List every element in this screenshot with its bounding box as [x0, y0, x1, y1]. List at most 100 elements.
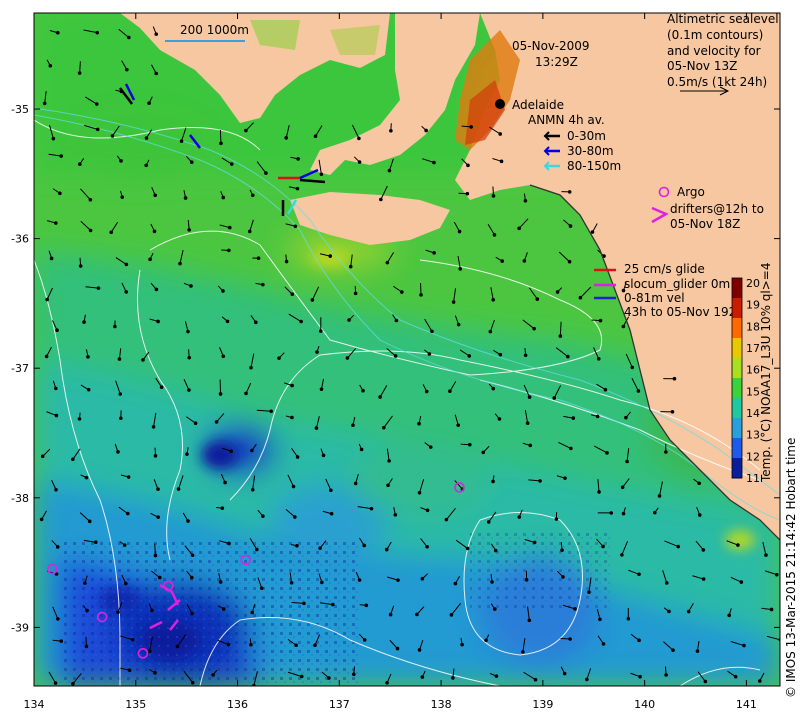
velocity-arrow-head: [525, 421, 530, 426]
y-tick-label: -35: [11, 103, 29, 116]
velocity-arrow-head: [364, 603, 369, 608]
velocity-arrow-head: [491, 194, 496, 198]
velocity-arrow-head: [299, 674, 304, 679]
velocity-arrow-head: [621, 324, 626, 329]
velocity-arrow-head: [585, 677, 589, 682]
velocity-arrow-head: [424, 389, 429, 394]
velocity-arrow-head: [425, 508, 430, 513]
colorbar-segment: [732, 398, 742, 419]
velocity-arrow-head: [189, 284, 193, 288]
velocity-arrow-head: [179, 139, 184, 143]
velocity-arrow-head: [125, 67, 129, 72]
velocity-arrow-head: [733, 674, 738, 679]
velocity-arrow-head: [156, 319, 160, 324]
velocity-arrow-head: [119, 416, 123, 421]
velocity-arrow-head: [697, 513, 702, 517]
velocity-arrow-head: [228, 225, 232, 230]
colorbar-tick-label: 12: [746, 450, 760, 463]
velocity-arrow-head: [527, 618, 532, 623]
velocity-arrow-head: [49, 256, 54, 261]
velocity-arrow-head: [124, 581, 128, 586]
velocity-arrow-head: [517, 515, 522, 519]
velocity-arrow-head: [118, 392, 123, 396]
velocity-arrow: [219, 129, 222, 144]
velocity-arrow-head: [153, 553, 158, 558]
velocity-arrow-head: [561, 575, 565, 579]
anmn-legend-item: 0-30m: [567, 129, 606, 143]
velocity-arrow-head: [261, 514, 265, 519]
velocity-arrow-head: [567, 259, 572, 264]
velocity-arrow-head: [244, 391, 248, 396]
colorbar-segment: [732, 298, 742, 319]
velocity-arrow-head: [55, 545, 60, 549]
velocity-arrow-head: [290, 292, 295, 297]
velocity-arrow-head: [48, 64, 53, 68]
velocity-arrow-head: [757, 679, 762, 683]
velocity-arrow-head: [293, 515, 297, 519]
velocity-arrow-head: [175, 644, 180, 649]
velocity-arrow-head: [126, 511, 130, 516]
velocity-arrow-head: [361, 388, 365, 393]
velocity-arrow-head: [625, 459, 629, 464]
velocity-arrow-head: [58, 191, 62, 196]
velocity-arrow-head: [626, 617, 631, 621]
velocity-arrow-head: [389, 128, 393, 133]
velocity-arrow-head: [77, 417, 82, 421]
x-tick-label: 139: [532, 698, 553, 711]
velocity-arrow-head: [119, 159, 123, 163]
velocity-arrow-head: [601, 642, 606, 646]
velocity-arrow-head: [686, 609, 691, 614]
velocity-arrow-head: [498, 132, 503, 136]
velocity-arrow-head: [329, 488, 333, 493]
velocity-arrow-head: [449, 613, 454, 617]
velocity-arrow-head: [249, 642, 253, 647]
velocity-arrow-head: [388, 612, 393, 617]
velocity-arrow-head: [185, 452, 189, 456]
velocity-arrow-head: [328, 254, 333, 258]
velocity-arrow-head: [488, 329, 493, 334]
velocity-arrow-head: [424, 128, 428, 133]
velocity-arrow-head: [465, 191, 470, 196]
velocity-arrow-head: [425, 544, 429, 549]
velocity-arrow-head: [254, 320, 258, 325]
velocity-arrow-head: [657, 494, 662, 498]
velocity-arrow-head: [250, 448, 254, 453]
anmn-legend-item: 80-150m: [567, 159, 621, 173]
velocity-arrow-head: [523, 199, 528, 203]
velocity-arrow-head: [51, 136, 56, 141]
velocity-arrow-head: [432, 160, 436, 165]
velocity-arrow-head: [295, 543, 299, 548]
velocity-arrow-head: [113, 324, 117, 329]
velocity-arrow-head: [221, 607, 226, 611]
velocity-arrow-head: [596, 357, 601, 361]
velocity-arrow-head: [562, 671, 567, 676]
velocity-arrow-head: [56, 30, 60, 35]
colorbar-tick-label: 18: [746, 320, 760, 333]
velocity-arrow-head: [54, 221, 58, 225]
velocity-arrow-head: [219, 141, 223, 146]
velocity-arrow-head: [189, 575, 194, 580]
velocity-arrow-head: [538, 479, 542, 483]
colorbar-tick-label: 11: [746, 472, 760, 485]
velocity-arrow-head: [605, 451, 609, 455]
velocity-arrow-head: [387, 459, 391, 463]
velocity-arrow-head: [430, 329, 434, 334]
velocity-arrow-head: [567, 190, 572, 194]
velocity-arrow-head: [120, 195, 125, 199]
velocity-arrow-head: [227, 541, 231, 546]
colorbar-label: Temp. (°C) NOAA17_L3U 10% ql>=4: [759, 263, 773, 484]
velocity-arrow-head: [247, 229, 252, 234]
colorbar-segment: [732, 278, 742, 299]
colorbar-segment: [732, 338, 742, 359]
velocity-arrow-head: [56, 617, 60, 621]
velocity-arrow-head: [221, 354, 226, 359]
velocity-arrow-head: [493, 548, 498, 553]
velocity-arrow-head: [387, 168, 392, 173]
velocity-arrow-head: [630, 365, 635, 370]
velocity-arrow-head: [467, 354, 472, 358]
velocity-arrow-head: [244, 128, 248, 133]
colorbar-tick-label: 17: [746, 342, 760, 355]
velocity-arrow-head: [624, 415, 628, 420]
velocity-arrow-head: [150, 608, 154, 613]
velocity-arrow-head: [347, 318, 351, 322]
